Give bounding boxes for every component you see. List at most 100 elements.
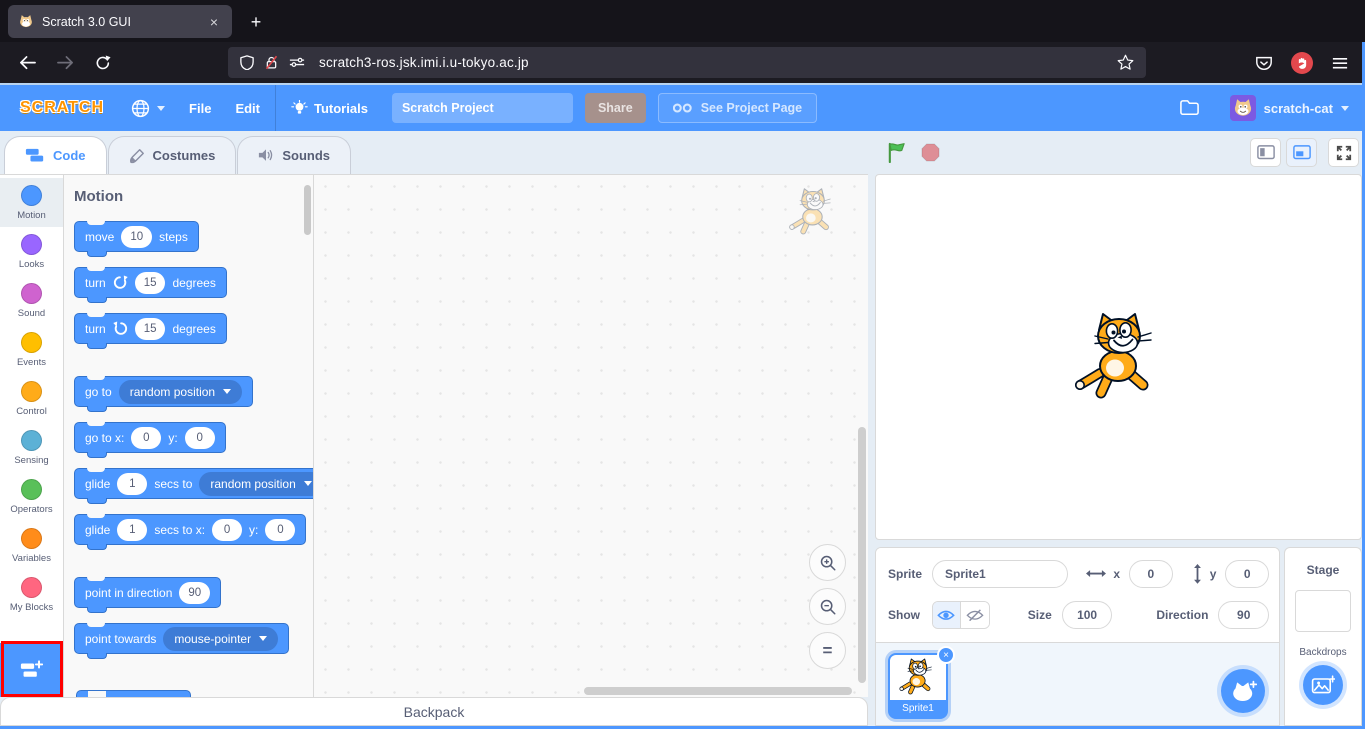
category-color-dot	[21, 283, 42, 304]
sprite-size-input[interactable]: 100	[1062, 601, 1113, 629]
tab-costumes[interactable]: Costumes	[108, 136, 237, 174]
block-number-input[interactable]: 0	[185, 427, 215, 449]
palette-header: Motion	[74, 188, 313, 205]
palette-block-glide-xy[interactable]: glide1secs to x:0y:0	[74, 514, 306, 545]
zoom-controls: =	[809, 544, 846, 669]
category-operators[interactable]: Operators	[0, 472, 63, 521]
sprite-direction-input[interactable]: 90	[1218, 601, 1269, 629]
show-hidden-button[interactable]	[961, 602, 989, 628]
green-flag-button[interactable]	[881, 138, 911, 168]
folder-icon[interactable]	[1179, 99, 1200, 116]
tab-sounds[interactable]: Sounds	[237, 136, 351, 174]
back-button[interactable]	[12, 48, 42, 78]
palette-block-point-towards[interactable]: point towardsmouse-pointer	[74, 623, 289, 654]
block-number-input[interactable]: 15	[135, 318, 166, 340]
stage-controls	[875, 131, 1362, 174]
bookmark-star-icon[interactable]	[1117, 54, 1134, 71]
palette-block-glide-menu[interactable]: glide1secs torandom position	[74, 468, 314, 499]
project-name-input[interactable]: Scratch Project	[392, 93, 573, 123]
default-stage-button[interactable]	[1286, 138, 1317, 167]
code-canvas[interactable]: =	[314, 175, 868, 697]
shield-icon[interactable]	[240, 55, 254, 71]
category-sound[interactable]: Sound	[0, 276, 63, 325]
file-menu[interactable]: File	[177, 85, 223, 131]
block-number-input[interactable]: 90	[179, 582, 210, 604]
reload-button[interactable]	[88, 48, 118, 78]
fullscreen-button[interactable]	[1328, 138, 1359, 167]
stage[interactable]	[875, 174, 1362, 540]
zoom-in-button[interactable]	[809, 544, 846, 581]
block-number-input[interactable]: 0	[212, 519, 242, 541]
block-number-input[interactable]: 10	[121, 226, 152, 248]
sprite-y-input[interactable]: 0	[1225, 560, 1269, 588]
block-number-input[interactable]: 0	[131, 427, 161, 449]
sprite-card-sprite1[interactable]: Sprite1 ×	[888, 653, 948, 719]
url-bar[interactable]: scratch3-ros.jsk.imi.i.u-tokyo.ac.jp	[228, 47, 1146, 78]
category-events[interactable]: Events	[0, 325, 63, 374]
block-dropdown[interactable]: random position	[119, 380, 242, 404]
block-dropdown[interactable]: mouse-pointer	[163, 627, 278, 651]
scratch-logo[interactable]: SCRATCH	[10, 99, 118, 117]
zoom-out-button[interactable]	[809, 588, 846, 625]
see-project-page-button[interactable]: See Project Page	[658, 93, 817, 123]
category-variables[interactable]: Variables	[0, 521, 63, 570]
permissions-icon[interactable]	[289, 57, 305, 68]
category-color-dot	[21, 185, 42, 206]
close-tab-icon[interactable]: ×	[204, 12, 224, 32]
palette-block-move-steps[interactable]: move10steps	[74, 221, 199, 252]
delete-sprite-icon[interactable]: ×	[937, 646, 955, 664]
block-dropdown[interactable]: random position	[199, 472, 314, 496]
account-menu[interactable]: scratch-cat	[1230, 95, 1355, 121]
globe-icon	[130, 98, 151, 119]
username-label: scratch-cat	[1264, 101, 1333, 116]
block-number-input[interactable]: 0	[265, 519, 295, 541]
language-selector[interactable]	[118, 85, 177, 131]
block-number-input[interactable]: 1	[117, 519, 147, 541]
lock-slash-icon[interactable]	[264, 55, 279, 70]
chevron-down-icon	[157, 106, 165, 111]
palette-block-goto-xy[interactable]: go to x:0y:0	[74, 422, 226, 453]
forward-button[interactable]	[50, 48, 80, 78]
category-motion[interactable]: Motion	[0, 178, 63, 227]
show-visible-button[interactable]	[933, 602, 961, 628]
tutorials-menu[interactable]: Tutorials	[279, 85, 380, 131]
tab-code[interactable]: Code	[4, 136, 107, 174]
stage-selector-panel[interactable]: Stage Backdrops	[1284, 547, 1362, 726]
sprite-name-input[interactable]: Sprite1	[932, 560, 1068, 588]
backpack-bar[interactable]: Backpack	[0, 697, 868, 726]
rotate-cw-icon	[113, 275, 128, 290]
blocker-extension-icon[interactable]	[1287, 48, 1317, 78]
add-extension-button[interactable]	[0, 643, 63, 697]
block-label: degrees	[172, 276, 215, 290]
palette-block-turn-right[interactable]: turn15degrees	[74, 267, 227, 298]
palette-block-partial[interactable]	[76, 690, 191, 697]
pocket-icon[interactable]	[1249, 48, 1279, 78]
canvas-vertical-scrollbar[interactable]	[858, 427, 866, 683]
stage-layout-buttons	[1250, 138, 1359, 167]
category-looks[interactable]: Looks	[0, 227, 63, 276]
small-stage-button[interactable]	[1250, 138, 1281, 167]
block-number-input[interactable]: 15	[135, 272, 166, 294]
category-control[interactable]: Control	[0, 374, 63, 423]
block-number-input[interactable]: 1	[117, 473, 147, 495]
sprite-cat-on-stage[interactable]	[1069, 311, 1169, 403]
canvas-horizontal-scrollbar[interactable]	[584, 687, 852, 695]
share-button[interactable]: Share	[585, 93, 646, 123]
edit-menu[interactable]: Edit	[223, 85, 272, 131]
stop-button[interactable]	[915, 138, 945, 168]
category-my-blocks[interactable]: My Blocks	[0, 570, 63, 619]
add-sprite-button[interactable]	[1221, 669, 1265, 713]
category-sensing[interactable]: Sensing	[0, 423, 63, 472]
palette-scrollbar[interactable]	[304, 185, 311, 235]
backdrop-thumbnail[interactable]	[1295, 590, 1351, 632]
new-tab-button[interactable]: +	[242, 8, 270, 36]
browser-tab[interactable]: Scratch 3.0 GUI ×	[8, 5, 232, 38]
url-text[interactable]: scratch3-ros.jsk.imi.i.u-tokyo.ac.jp	[319, 55, 529, 70]
zoom-reset-button[interactable]: =	[809, 632, 846, 669]
add-backdrop-button[interactable]	[1303, 665, 1343, 705]
menu-hamburger-icon[interactable]	[1325, 48, 1355, 78]
sprite-x-input[interactable]: 0	[1129, 560, 1173, 588]
palette-block-goto-menu[interactable]: go torandom position	[74, 376, 253, 407]
palette-block-turn-left[interactable]: turn15degrees	[74, 313, 227, 344]
palette-block-point-in-direction[interactable]: point in direction90	[74, 577, 221, 608]
